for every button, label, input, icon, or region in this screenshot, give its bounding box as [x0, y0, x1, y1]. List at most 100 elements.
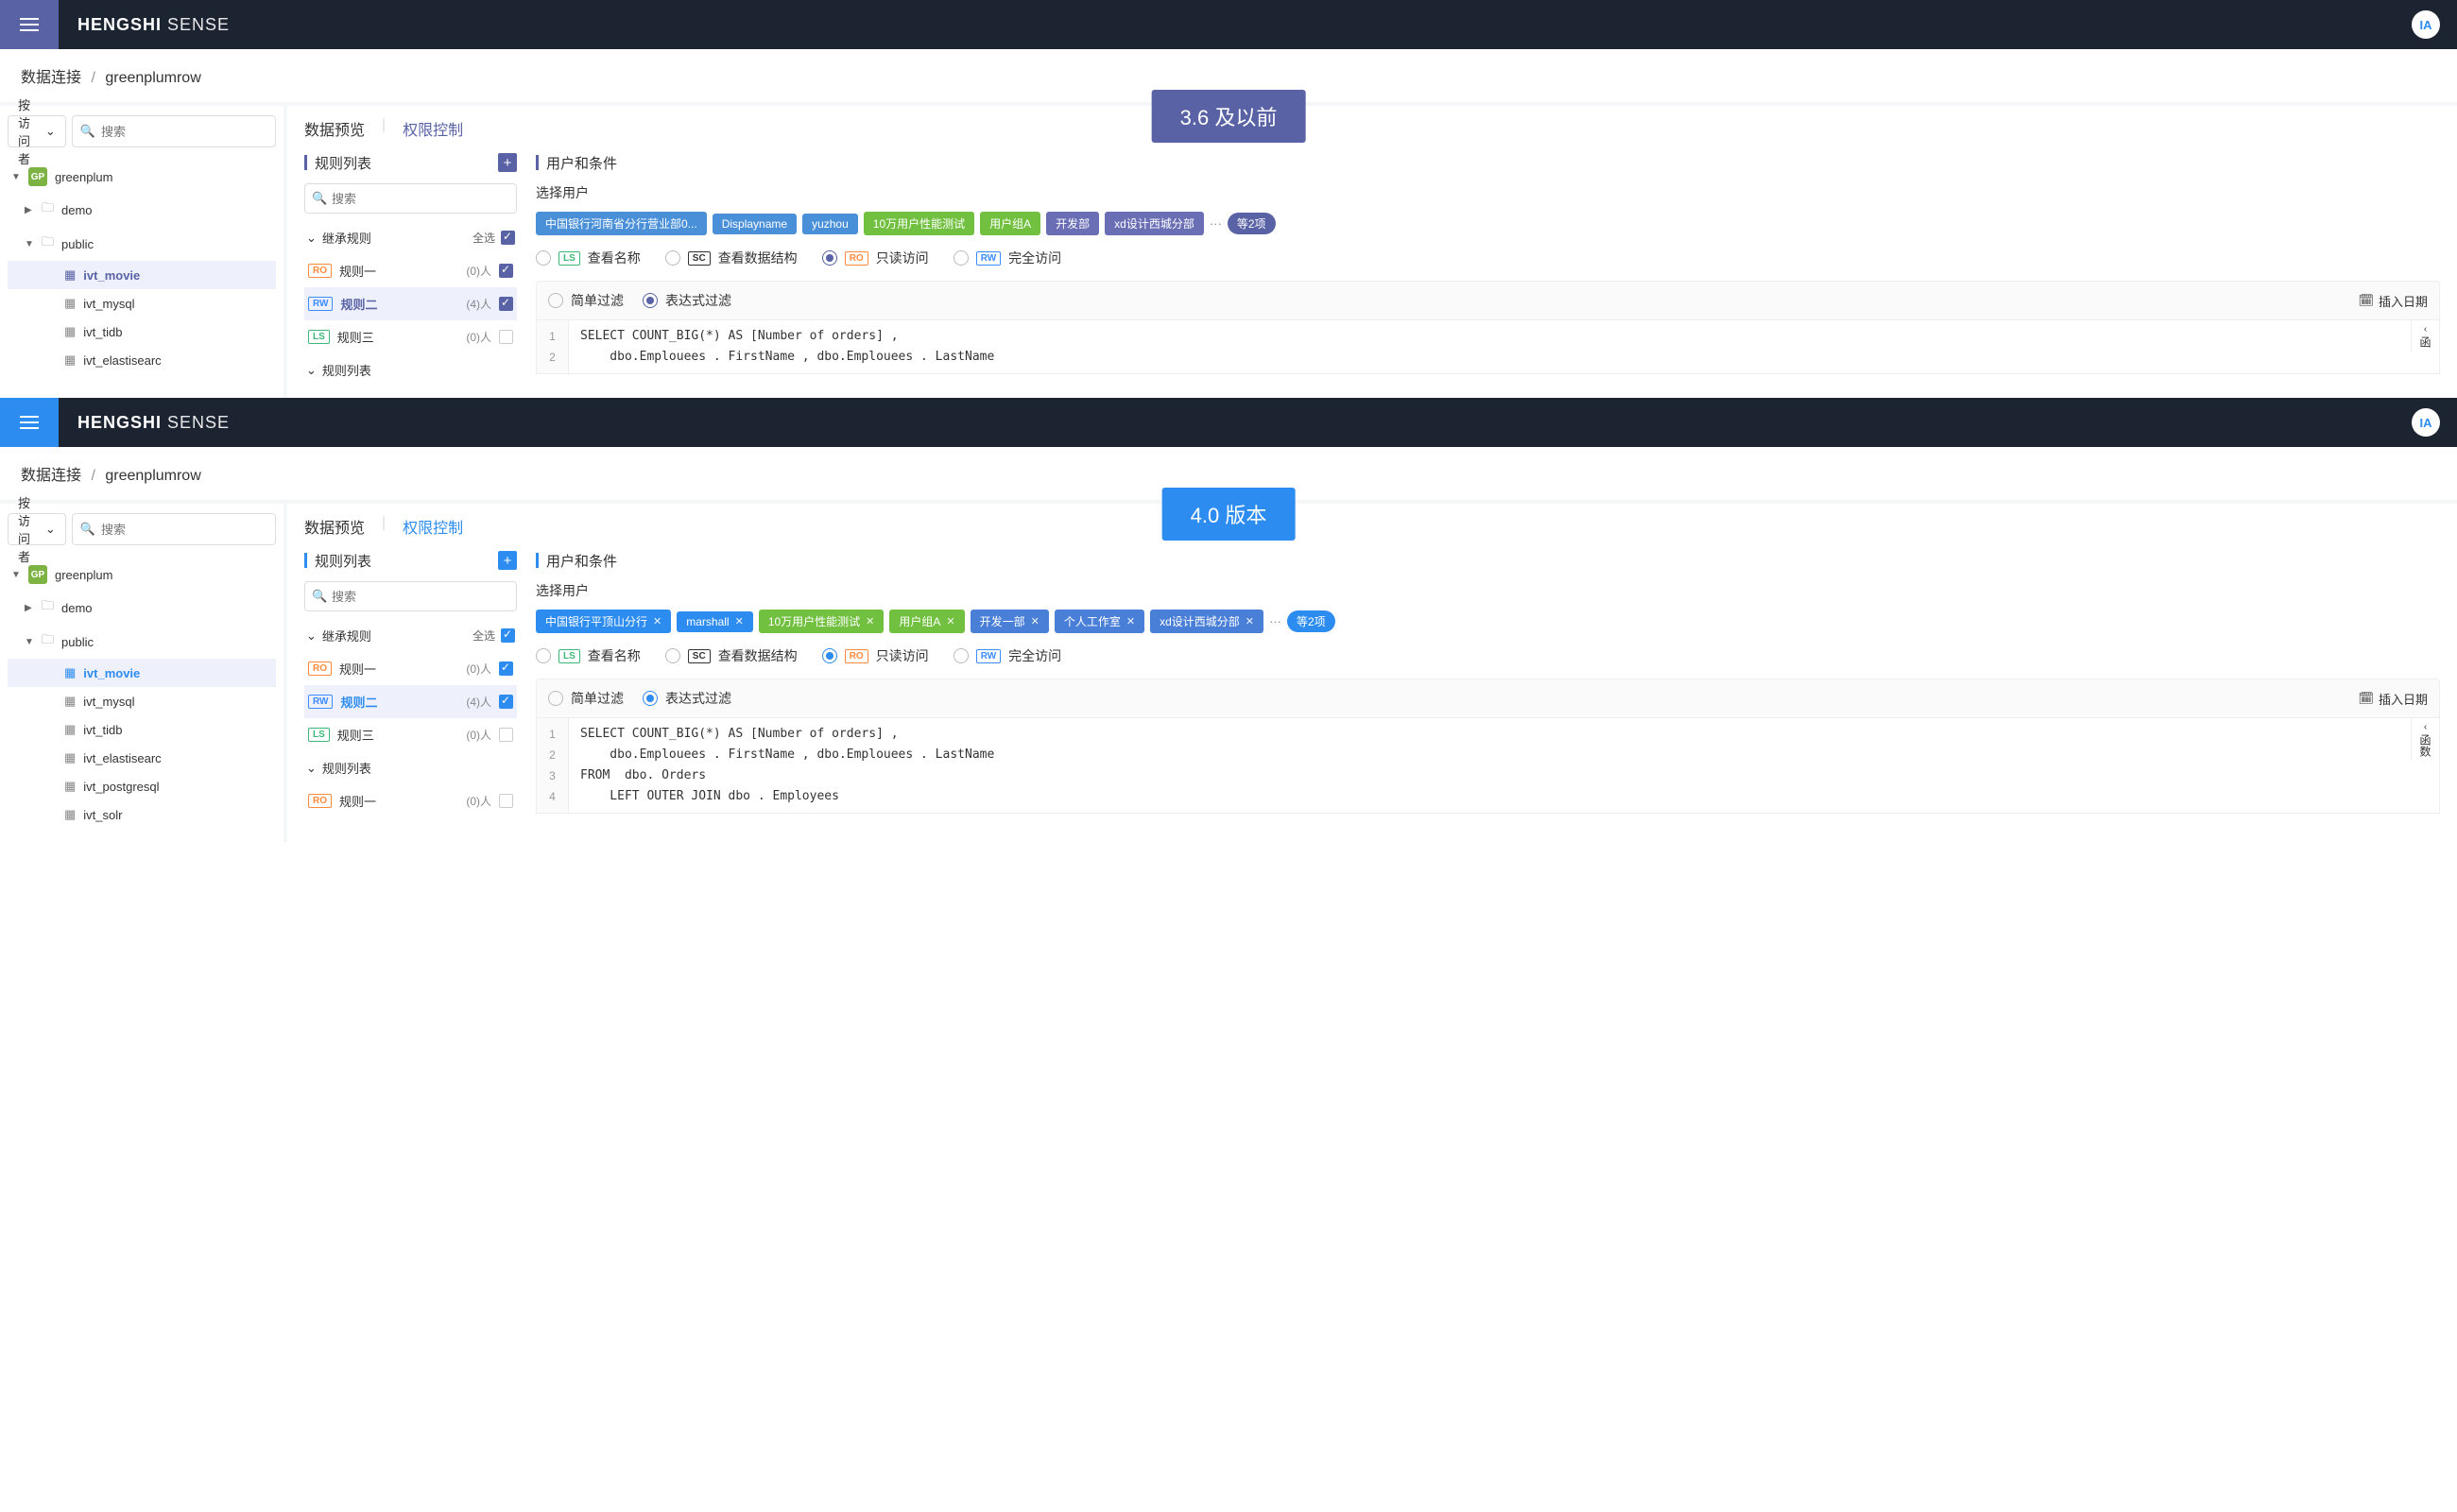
rule-group-list[interactable]: ⌄ 规则列表	[304, 353, 517, 387]
user-chip[interactable]: 10万用户性能测试✕	[759, 610, 885, 633]
tree-table-item[interactable]: ▦ivt_tidb	[8, 318, 276, 346]
tree-table-item[interactable]: ▦ivt_mysql	[8, 687, 276, 715]
rule-checkbox[interactable]	[499, 297, 513, 311]
tree-table-item[interactable]: ▦ivt_solr	[8, 800, 276, 829]
breadcrumb-root[interactable]: 数据连接	[21, 70, 81, 86]
rule-group-inherit[interactable]: ⌄ 继承规则 全选	[304, 619, 517, 652]
tree-table-item[interactable]: ▦ivt_elastisearc	[8, 744, 276, 772]
tree-folder-public[interactable]: 🗀 public	[8, 625, 276, 659]
access-option[interactable]: RO只读访问	[822, 646, 929, 665]
menu-button[interactable]	[0, 0, 59, 49]
function-panel-toggle[interactable]: ‹函	[2411, 320, 2439, 352]
tree-table-item[interactable]: ▦ivt_movie	[8, 659, 276, 687]
avatar[interactable]: IA	[2412, 408, 2440, 437]
rule-row[interactable]: LS规则三(0)人	[304, 320, 517, 353]
rule-row[interactable]: LS规则三(0)人	[304, 718, 517, 751]
tree-table-item[interactable]: ▦ivt_elastisearc	[8, 346, 276, 374]
insert-date-button[interactable]: 🗓 插入日期	[2358, 292, 2428, 310]
rule-row[interactable]: RO 规则一 (0)人	[304, 784, 517, 817]
rule-checkbox[interactable]	[499, 330, 513, 344]
insert-date-button[interactable]: 🗓 插入日期	[2358, 690, 2428, 708]
sidebar-search-input[interactable]	[101, 523, 267, 537]
rule-row[interactable]: RO规则一(0)人	[304, 254, 517, 287]
rule-row[interactable]: RW规则二(4)人	[304, 685, 517, 718]
access-option[interactable]: RW完全访问	[954, 646, 1061, 665]
user-chip[interactable]: 10万用户性能测试	[864, 212, 974, 235]
tab-preview[interactable]: 数据预览	[304, 515, 365, 538]
tree-folder-demo[interactable]: 🗀 demo	[8, 591, 276, 625]
chip-remove-icon[interactable]: ✕	[1246, 615, 1254, 627]
breadcrumb-root[interactable]: 数据连接	[21, 468, 81, 484]
rule-panel: 规则列表 + 🔍 ⌄ 继承规则 全选 RO规则一(0)人RW规则二(4)人LS规…	[304, 151, 517, 387]
rule-search[interactable]: 🔍	[304, 183, 517, 214]
access-option[interactable]: RW完全访问	[954, 249, 1061, 267]
rule-search[interactable]: 🔍	[304, 581, 517, 611]
sidebar-search[interactable]: 🔍	[72, 115, 276, 147]
rule-row[interactable]: RO规则一(0)人	[304, 652, 517, 685]
function-panel-toggle[interactable]: ‹函数	[2411, 718, 2439, 761]
chip-remove-icon[interactable]: ✕	[653, 615, 662, 627]
more-ellipsis[interactable]: ···	[1210, 216, 1222, 231]
sidebar-search-input[interactable]	[101, 125, 267, 139]
sql-editor[interactable]: 12 SELECT COUNT_BIG(*) AS [Number of ord…	[536, 320, 2440, 374]
tab-permission[interactable]: 权限控制	[403, 515, 463, 538]
user-chip[interactable]: 个人工作室✕	[1055, 610, 1144, 633]
add-rule-button[interactable]: +	[498, 153, 517, 172]
select-all-checkbox[interactable]	[501, 231, 515, 245]
tree-root[interactable]: GP greenplum	[8, 161, 276, 193]
user-chip[interactable]: yuzhou	[802, 214, 858, 234]
user-chip[interactable]: marshall✕	[677, 611, 753, 632]
menu-button[interactable]	[0, 398, 59, 447]
access-option[interactable]: SC查看数据结构	[665, 249, 798, 267]
tree-table-item[interactable]: ▦ivt_postgresql	[8, 772, 276, 800]
user-chip[interactable]: Displayname	[713, 214, 797, 234]
access-option[interactable]: RO只读访问	[822, 249, 929, 267]
more-ellipsis[interactable]: ···	[1269, 614, 1281, 628]
user-chip[interactable]: 中国银行平顶山分行✕	[536, 610, 671, 633]
user-chip[interactable]: 开发部	[1046, 212, 1099, 235]
tree-table-item[interactable]: ▦ivt_movie	[8, 261, 276, 289]
visitor-select[interactable]: 按访问者 ⌄	[8, 513, 66, 545]
more-pill[interactable]: 等2项	[1228, 213, 1276, 234]
user-chip[interactable]: 开发一部✕	[971, 610, 1049, 633]
filter-simple[interactable]: 简单过滤	[548, 291, 624, 310]
chip-remove-icon[interactable]: ✕	[1126, 615, 1135, 627]
add-rule-button[interactable]: +	[498, 551, 517, 570]
rule-group-list[interactable]: ⌄ 规则列表	[304, 751, 517, 784]
tree-root[interactable]: GP greenplum	[8, 558, 276, 591]
select-all-checkbox[interactable]	[501, 628, 515, 643]
user-chip[interactable]: 中国银行河南省分行营业部0...	[536, 212, 707, 235]
chip-remove-icon[interactable]: ✕	[946, 615, 954, 627]
chip-remove-icon[interactable]: ✕	[735, 615, 744, 627]
rule-checkbox[interactable]	[499, 728, 513, 742]
filter-expression[interactable]: 表达式过滤	[643, 291, 731, 310]
rule-group-inherit[interactable]: ⌄ 继承规则 全选	[304, 221, 517, 254]
rule-checkbox[interactable]	[499, 264, 513, 278]
sidebar-search[interactable]: 🔍	[72, 513, 276, 545]
avatar[interactable]: IA	[2412, 10, 2440, 39]
access-option[interactable]: LS查看名称	[536, 249, 641, 267]
access-option[interactable]: SC查看数据结构	[665, 646, 798, 665]
visitor-select[interactable]: 按访问者 ⌄	[8, 115, 66, 147]
user-chip[interactable]: xd设计西城分部	[1105, 212, 1204, 235]
rule-checkbox[interactable]	[499, 794, 513, 808]
user-chip[interactable]: 用户组A	[980, 212, 1040, 235]
more-pill[interactable]: 等2项	[1287, 610, 1335, 632]
tree-folder-public[interactable]: 🗀 public	[8, 227, 276, 261]
tab-preview[interactable]: 数据预览	[304, 117, 365, 140]
tree-folder-demo[interactable]: 🗀 demo	[8, 193, 276, 227]
chip-remove-icon[interactable]: ✕	[1031, 615, 1040, 627]
chip-remove-icon[interactable]: ✕	[866, 615, 874, 627]
tab-permission[interactable]: 权限控制	[403, 117, 463, 140]
rule-checkbox[interactable]	[499, 662, 513, 676]
rule-row[interactable]: RW规则二(4)人	[304, 287, 517, 320]
filter-expression[interactable]: 表达式过滤	[643, 689, 731, 708]
sql-editor[interactable]: 1234 SELECT COUNT_BIG(*) AS [Number of o…	[536, 718, 2440, 814]
rule-checkbox[interactable]	[499, 695, 513, 709]
filter-simple[interactable]: 简单过滤	[548, 689, 624, 708]
user-chip[interactable]: xd设计西城分部✕	[1150, 610, 1263, 633]
access-option[interactable]: LS查看名称	[536, 646, 641, 665]
tree-table-item[interactable]: ▦ivt_mysql	[8, 289, 276, 318]
user-chip[interactable]: 用户组A✕	[889, 610, 964, 633]
tree-table-item[interactable]: ▦ivt_tidb	[8, 715, 276, 744]
